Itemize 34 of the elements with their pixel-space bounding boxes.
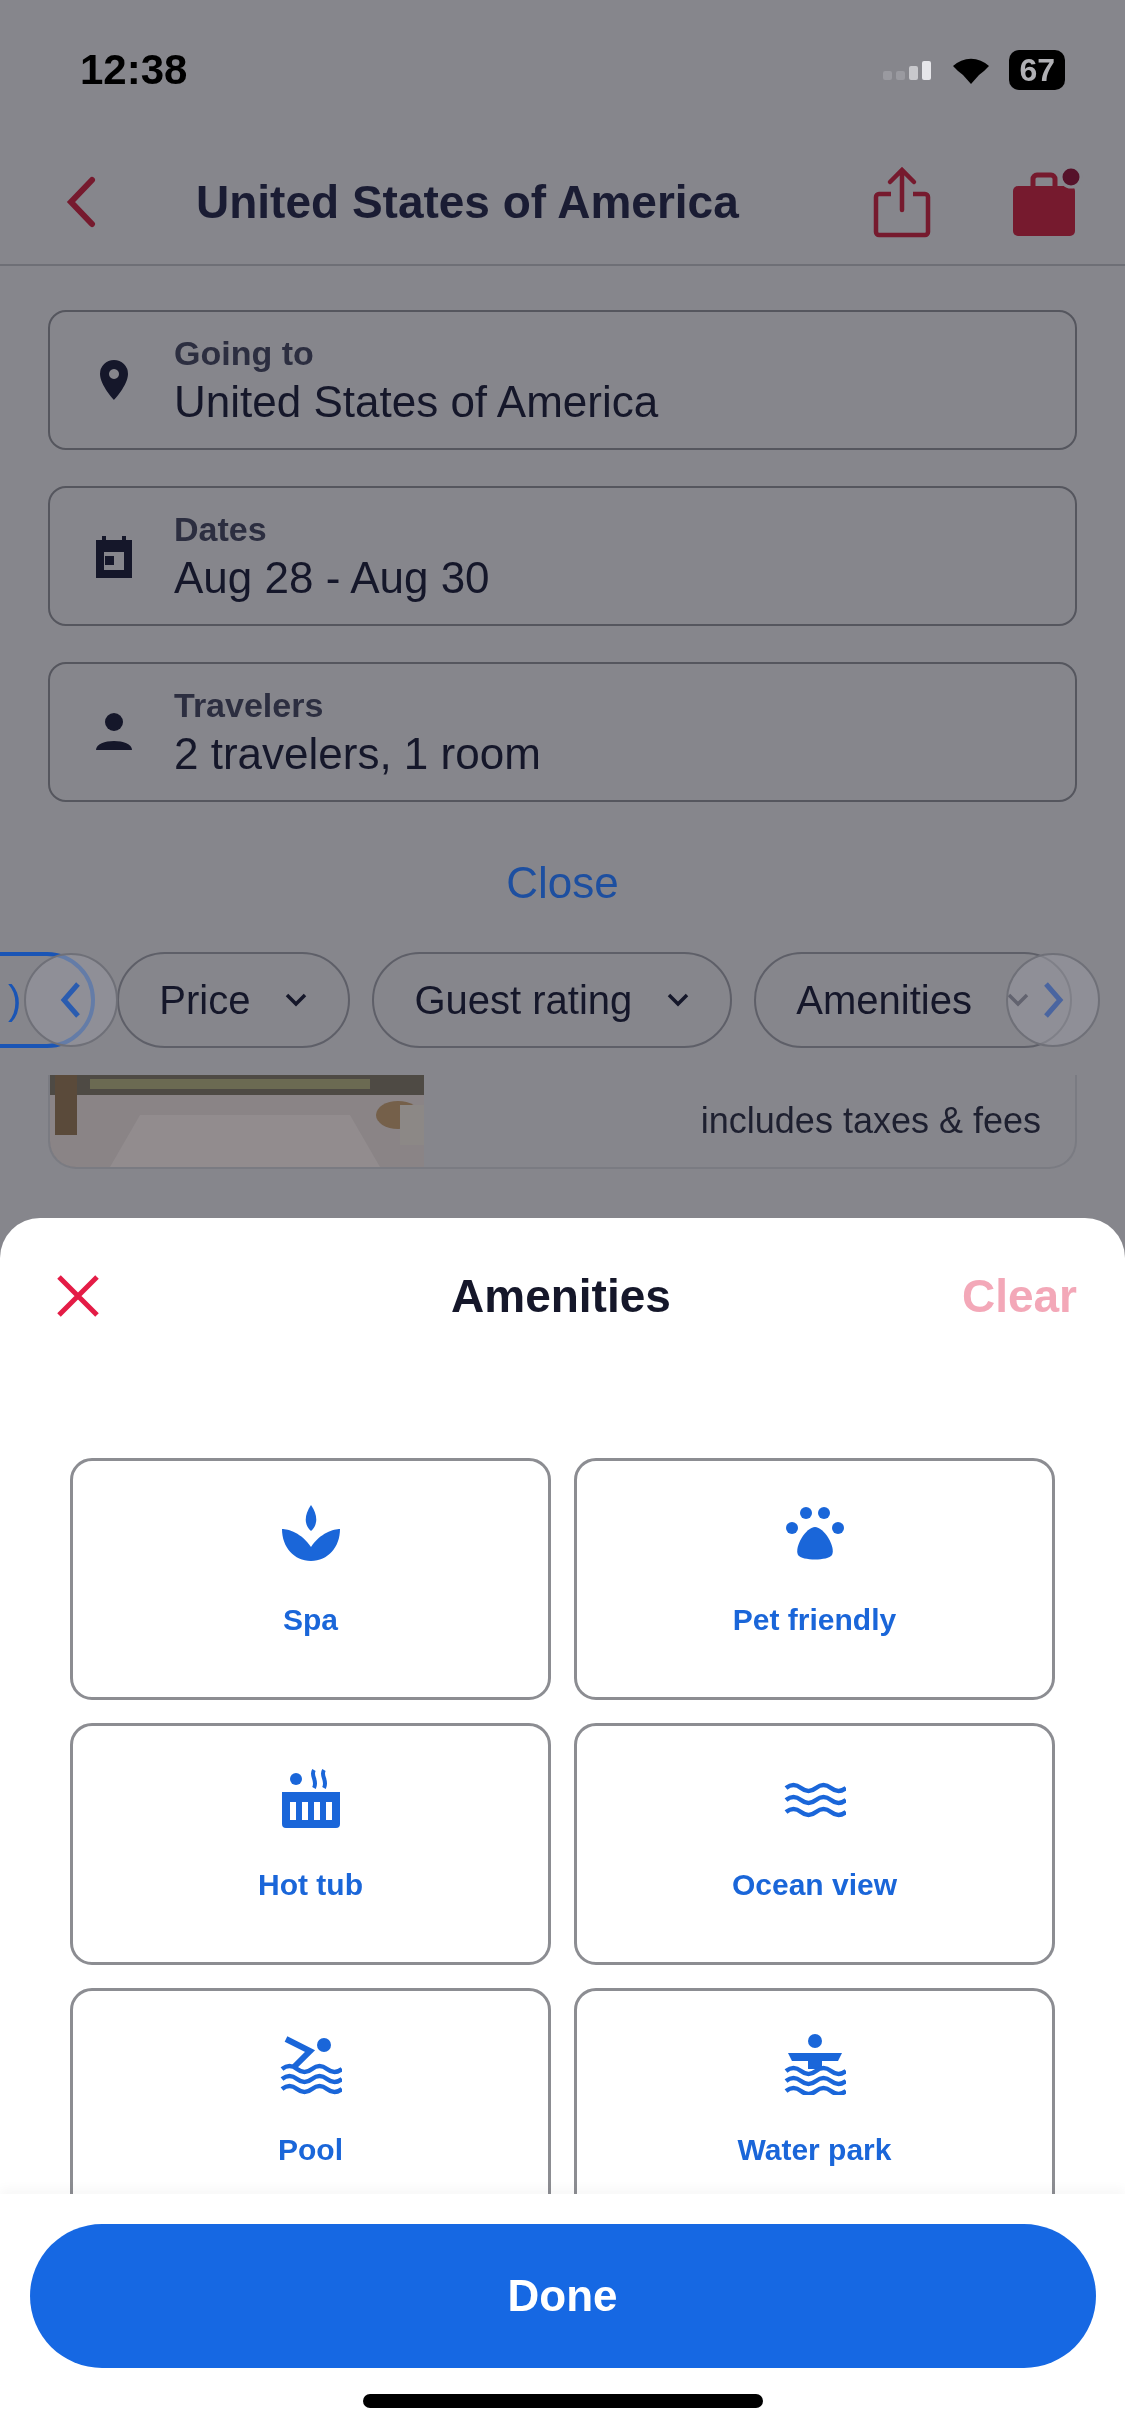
field-value: Aug 28 - Aug 30 bbox=[174, 552, 490, 603]
field-label: Dates bbox=[174, 509, 268, 549]
close-icon[interactable] bbox=[56, 1274, 100, 1318]
swimmer-icon bbox=[279, 2033, 342, 2095]
price-note: includes taxes & fees bbox=[700, 1100, 1042, 1142]
caret-icon bbox=[666, 993, 691, 1007]
calendar-icon bbox=[94, 534, 134, 578]
search-field[interactable]: Dates Aug 28 - Aug 30 bbox=[48, 486, 1077, 626]
field-value: 2 travelers, 1 room bbox=[174, 728, 541, 779]
filter-chip[interactable]: Amenities bbox=[754, 952, 1072, 1048]
signal-icon bbox=[883, 59, 934, 81]
sheet-title: Amenities bbox=[451, 1269, 671, 1323]
amenity-option[interactable]: Spa bbox=[70, 1458, 551, 1700]
caret-icon bbox=[1006, 993, 1030, 1007]
filter-chip[interactable]: Price bbox=[117, 952, 351, 1048]
done-button[interactable]: Done bbox=[29, 2224, 1096, 2368]
field-label: Going to bbox=[174, 333, 315, 373]
result-card[interactable]: includes taxes & fees bbox=[48, 1075, 1077, 1169]
caret-icon bbox=[284, 993, 309, 1007]
search-field[interactable]: Travelers 2 travelers, 1 room bbox=[48, 662, 1077, 802]
amenity-option[interactable]: Ocean view bbox=[574, 1723, 1055, 1965]
back-icon[interactable] bbox=[66, 176, 96, 228]
status-time: 12:38 bbox=[80, 46, 188, 94]
amenity-option[interactable]: Hot tub bbox=[70, 1723, 551, 1965]
field-label: Travelers bbox=[174, 685, 325, 725]
battery-icon: 67 bbox=[1009, 50, 1065, 90]
page-title: United States of America bbox=[196, 175, 740, 229]
water-park-icon bbox=[783, 2033, 846, 2095]
amenity-option[interactable]: Pet friendly bbox=[574, 1458, 1055, 1700]
field-value: United States of America bbox=[174, 376, 659, 427]
hot-tub-icon bbox=[279, 1768, 342, 1830]
filter-chip[interactable]: Guest rating bbox=[372, 952, 733, 1048]
search-field[interactable]: Going to United States of America bbox=[48, 310, 1077, 450]
share-icon[interactable] bbox=[873, 166, 931, 238]
